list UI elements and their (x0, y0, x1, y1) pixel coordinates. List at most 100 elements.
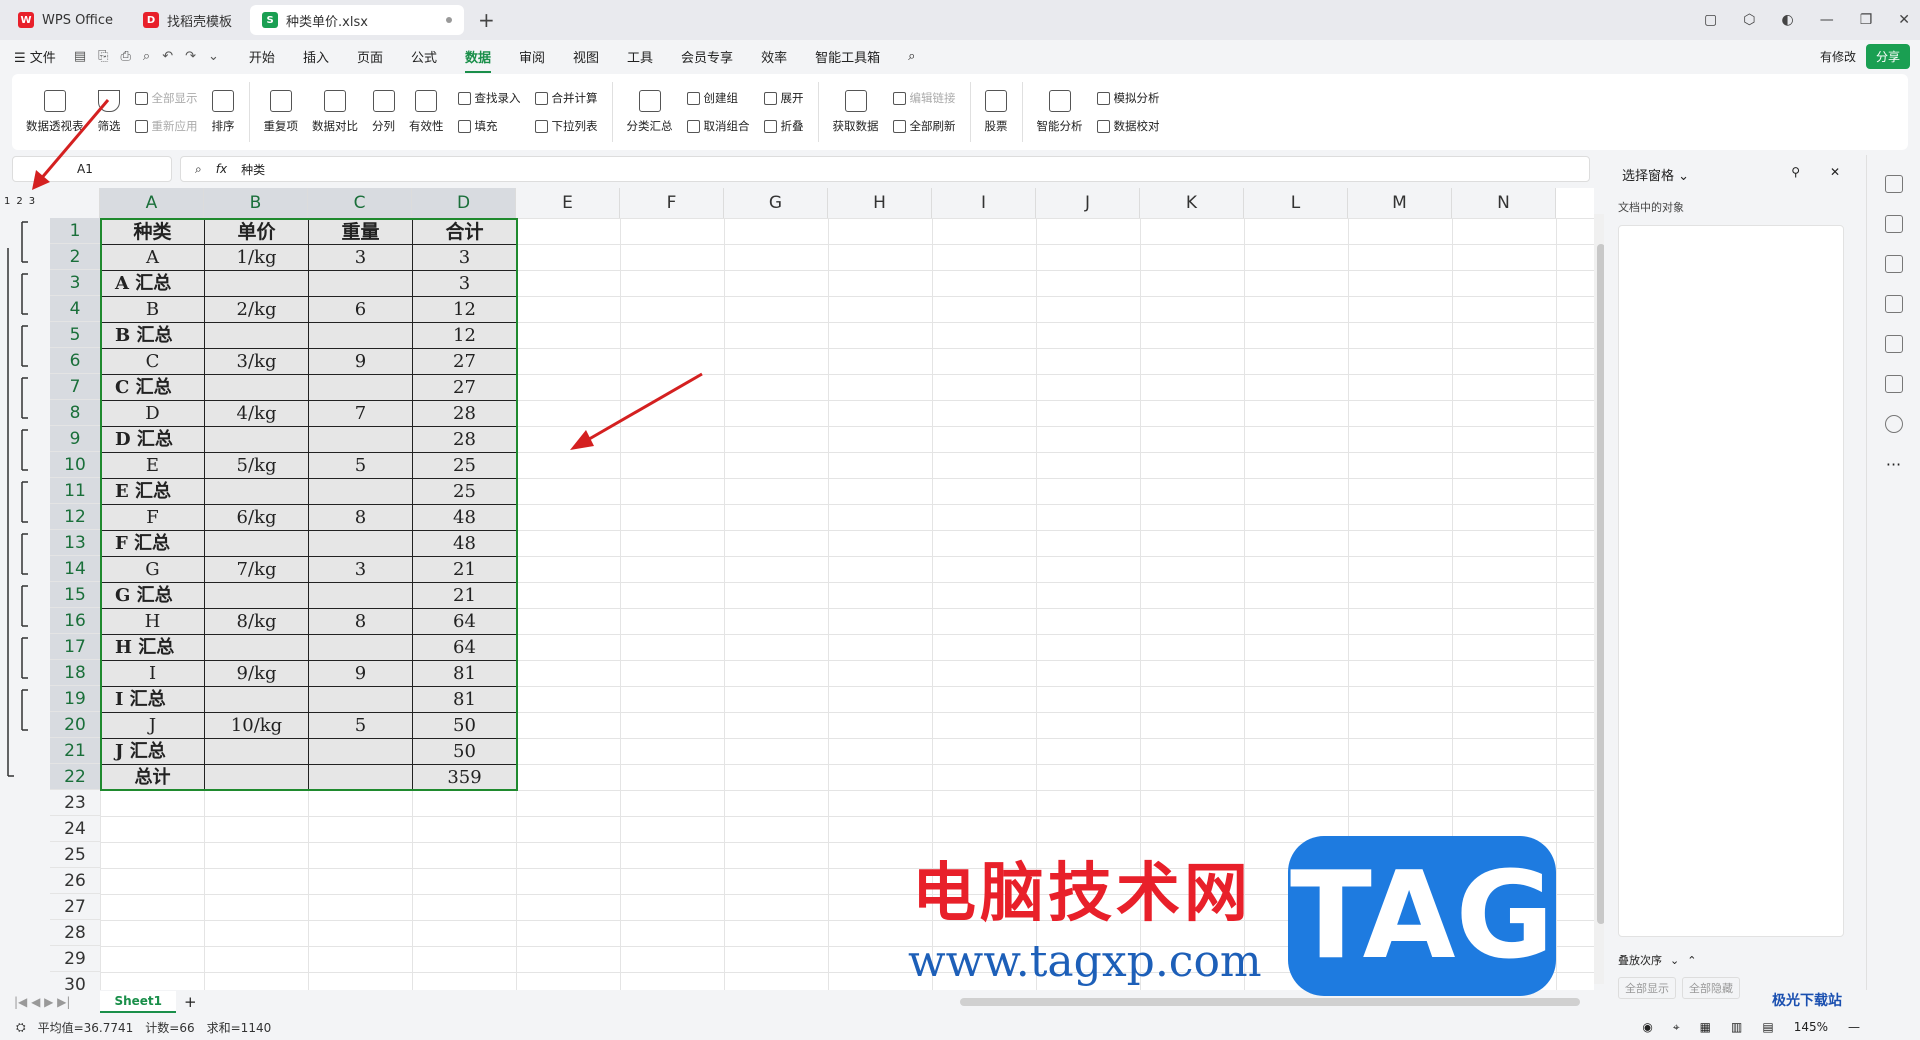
header-cell[interactable]: 合计 (412, 218, 517, 245)
header-cell[interactable]: 重量 (308, 218, 413, 245)
row-header[interactable]: 5 (50, 322, 100, 348)
table-cell[interactable]: H (100, 608, 205, 635)
table-cell[interactable]: G 汇总 (100, 582, 205, 609)
table-cell[interactable] (204, 764, 309, 791)
show-all-button[interactable]: 全部显示 (134, 90, 198, 106)
outline-group-bracket[interactable] (21, 585, 28, 627)
table-cell[interactable]: 27 (412, 348, 517, 375)
column-header[interactable]: C (308, 188, 412, 218)
split-column-button[interactable]: 分列 (372, 90, 395, 134)
minimize-icon[interactable]: — (1820, 12, 1834, 28)
row-header[interactable]: 3 (50, 270, 100, 296)
menu-formula[interactable]: 公式 (411, 47, 437, 66)
table-cell[interactable]: G (100, 556, 205, 583)
formula-input[interactable]: ⌕ fx 种类 (180, 156, 1590, 182)
order-down-icon[interactable]: ⌄ (1670, 954, 1679, 967)
add-sheet-plus-icon[interactable]: + (184, 993, 197, 1011)
page-view-icon[interactable]: ▥ (1731, 1020, 1742, 1034)
row-header[interactable]: 24 (50, 816, 100, 842)
table-cell[interactable]: 12 (412, 296, 517, 323)
table-cell[interactable]: 48 (412, 504, 517, 531)
fill-button[interactable]: 填充 (457, 118, 521, 134)
close-icon[interactable]: ✕ (1898, 12, 1910, 28)
select-all-corner[interactable] (50, 188, 100, 218)
row-header[interactable]: 25 (50, 842, 100, 868)
layout-icon[interactable]: ▢ (1704, 12, 1717, 28)
find-entry-button[interactable]: 查找录入 (457, 90, 521, 106)
table-cell[interactable]: F 汇总 (100, 530, 205, 557)
tab-wps-office[interactable]: W WPS Office (6, 5, 125, 35)
row-header[interactable]: 6 (50, 348, 100, 374)
sheet-nav-icon[interactable]: |◀ ◀ ▶ ▶| (14, 995, 70, 1009)
zoom-level[interactable]: 145% (1794, 1020, 1828, 1034)
table-cell[interactable] (204, 426, 309, 453)
comment-icon[interactable] (1884, 255, 1903, 273)
objects-list[interactable] (1618, 225, 1844, 937)
table-cell[interactable] (308, 374, 413, 401)
table-cell[interactable] (308, 270, 413, 297)
table-cell[interactable]: 9 (308, 660, 413, 687)
table-cell[interactable]: 9 (308, 348, 413, 375)
table-cell[interactable]: 3 (308, 556, 413, 583)
simulate-button[interactable]: 模拟分析 (1096, 90, 1160, 106)
table-cell[interactable]: 1/kg (204, 244, 309, 271)
table-cell[interactable]: 5 (308, 452, 413, 479)
column-header[interactable]: G (724, 188, 828, 218)
row-header[interactable]: 18 (50, 660, 100, 686)
hide-all-objects-button[interactable]: 全部隐藏 (1682, 977, 1740, 999)
outline-level-2[interactable]: 2 (16, 196, 22, 207)
row-header[interactable]: 21 (50, 738, 100, 764)
table-cell[interactable]: 21 (412, 556, 517, 583)
table-cell[interactable]: E 汇总 (100, 478, 205, 505)
menu-ai-toolbox[interactable]: 智能工具箱 (815, 47, 880, 66)
unsaved-dot-icon[interactable] (445, 17, 452, 23)
get-data-button[interactable]: 获取数据 (833, 90, 879, 134)
select-cursor-icon[interactable] (1884, 175, 1903, 193)
table-cell[interactable] (308, 764, 413, 791)
row-header[interactable]: 15 (50, 582, 100, 608)
table-cell[interactable] (308, 530, 413, 557)
menu-tools[interactable]: 工具 (627, 47, 653, 66)
table-cell[interactable]: 总计 (100, 764, 205, 791)
search-icon[interactable]: ⌕ (908, 49, 915, 64)
table-cell[interactable]: 27 (412, 374, 517, 401)
dropdown-list-button[interactable]: 下拉列表 (534, 118, 598, 134)
table-cell[interactable]: 6 (308, 296, 413, 323)
row-header[interactable]: 30 (50, 972, 100, 990)
box-icon[interactable]: ⬡ (1743, 12, 1755, 28)
menu-file[interactable]: ☰ 文件 (14, 47, 56, 66)
pane-title[interactable]: 选择窗格 ⌄ (1622, 165, 1689, 184)
table-cell[interactable] (204, 582, 309, 609)
column-header[interactable]: D (412, 188, 516, 218)
row-header[interactable]: 28 (50, 920, 100, 946)
table-cell[interactable]: 50 (412, 712, 517, 739)
macro-icon[interactable]: ⛭ (16, 1020, 26, 1035)
preview-icon[interactable]: ⌕ (143, 49, 150, 64)
edit-link-button[interactable]: 编辑链接 (892, 90, 956, 106)
outline-group-bracket[interactable] (21, 429, 28, 471)
table-cell[interactable]: 64 (412, 608, 517, 635)
table-cell[interactable]: 8/kg (204, 608, 309, 635)
help-icon[interactable] (1884, 415, 1903, 433)
table-cell[interactable]: 25 (412, 452, 517, 479)
table-cell[interactable] (308, 686, 413, 713)
table-cell[interactable]: 4/kg (204, 400, 309, 427)
table-cell[interactable] (204, 270, 309, 297)
row-header[interactable]: 2 (50, 244, 100, 270)
outline-group-bracket[interactable] (21, 533, 28, 575)
menu-efficiency[interactable]: 效率 (761, 47, 787, 66)
validity-button[interactable]: 有效性 (409, 90, 444, 134)
table-cell[interactable]: 3 (412, 270, 517, 297)
table-cell[interactable] (204, 530, 309, 557)
row-header[interactable]: 14 (50, 556, 100, 582)
outline-group-bracket[interactable] (21, 689, 28, 731)
table-cell[interactable]: H 汇总 (100, 634, 205, 661)
row-header[interactable]: 22 (50, 764, 100, 790)
table-cell[interactable] (308, 738, 413, 765)
table-cell[interactable]: 50 (412, 738, 517, 765)
collapse-button[interactable]: 折叠 (763, 118, 804, 134)
row-header[interactable]: 13 (50, 530, 100, 556)
compare-button[interactable]: 数据对比 (312, 90, 358, 134)
column-header[interactable]: M (1348, 188, 1452, 218)
table-cell[interactable]: C (100, 348, 205, 375)
